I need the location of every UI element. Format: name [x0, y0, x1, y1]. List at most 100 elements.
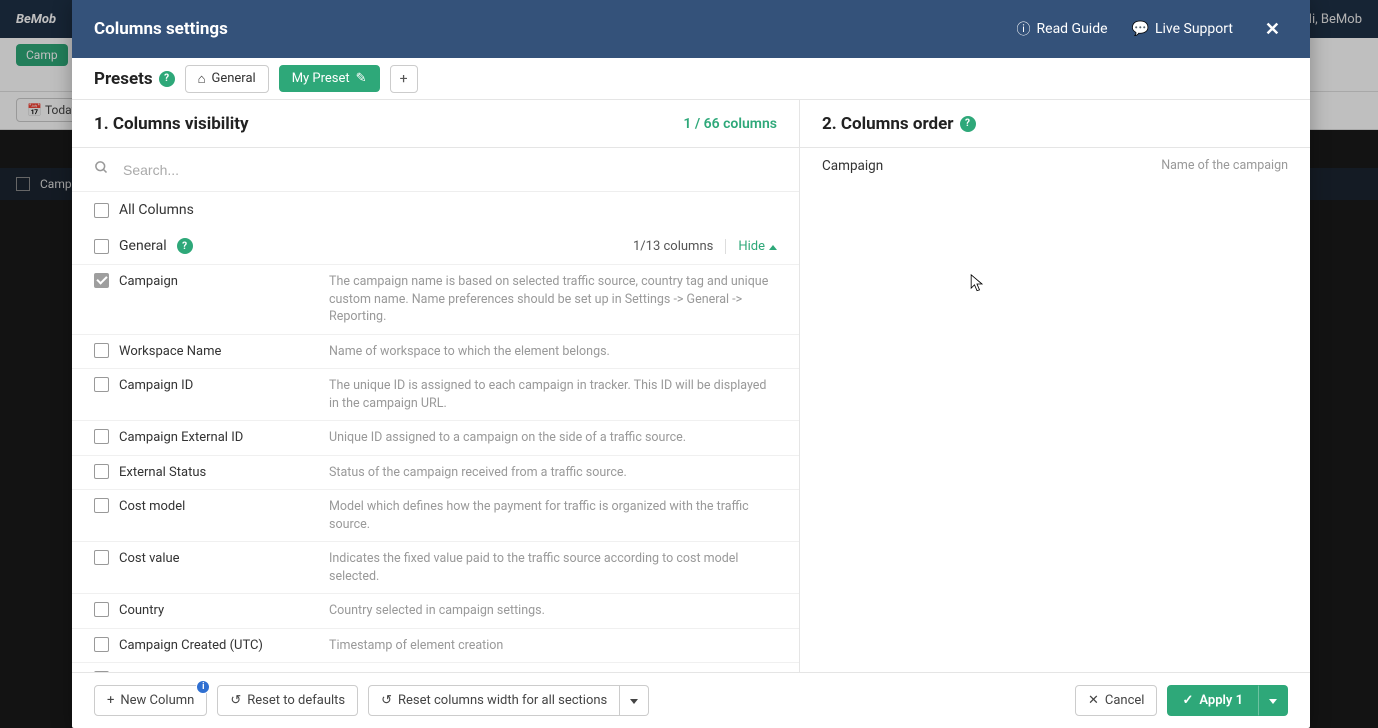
column-checkbox[interactable] — [94, 343, 109, 358]
order-list[interactable]: Campaign Name of the campaign — [800, 148, 1310, 672]
column-description: Status of the campaign received from a t… — [329, 464, 777, 482]
column-row[interactable]: External Status Status of the campaign re… — [72, 456, 799, 491]
column-row[interactable]: Cost model Model which defines how the pa… — [72, 490, 799, 542]
column-checkbox[interactable] — [94, 273, 109, 288]
column-label: Country — [119, 602, 319, 618]
reset-defaults-label: Reset to defaults — [247, 693, 345, 708]
close-button[interactable]: ✕ — [1257, 15, 1288, 44]
reset-width-button[interactable]: ↺ Reset columns width for all sections — [368, 685, 620, 716]
new-column-label: New Column — [120, 693, 194, 708]
column-label: Workspace Name — [119, 343, 319, 359]
read-guide-link[interactable]: ⓘ Read Guide — [1017, 19, 1108, 39]
pencil-icon: ✎ — [356, 71, 367, 86]
column-description: The unique ID is assigned to each campai… — [329, 377, 777, 412]
column-row[interactable]: Campaign External ID Unique ID assigned t… — [72, 421, 799, 456]
column-checkbox[interactable] — [94, 671, 109, 672]
modal-footer: + New Column i ↺ Reset to defaults ↺ Res… — [72, 672, 1310, 728]
columns-visibility-pane: 1. Columns visibility 1 / 66 columns All… — [72, 100, 800, 672]
all-columns-row[interactable]: All Columns — [72, 192, 799, 228]
all-columns-checkbox[interactable] — [94, 203, 109, 218]
column-label: Campaign Updated (UTC) — [119, 671, 319, 672]
visibility-count: 1 / 66 columns — [683, 116, 777, 132]
column-description: Model which defines how the payment for … — [329, 498, 777, 533]
columns-settings-modal: Columns settings ⓘ Read Guide 💬 Live Sup… — [72, 0, 1310, 728]
hide-group-link[interactable]: Hide — [725, 239, 777, 254]
column-description: Name of workspace to which the element b… — [329, 343, 777, 361]
cancel-button[interactable]: ✕ Cancel — [1075, 685, 1157, 716]
column-checkbox[interactable] — [94, 377, 109, 392]
chat-icon: 💬 — [1132, 21, 1149, 37]
chevron-up-icon — [769, 239, 777, 254]
modal-header: Columns settings ⓘ Read Guide 💬 Live Sup… — [72, 0, 1310, 58]
column-row[interactable]: Cost valueIndicates the fixed value paid… — [72, 542, 799, 594]
apply-button[interactable]: ✓ Apply 1 — [1167, 685, 1258, 716]
help-icon[interactable]: ? — [960, 116, 976, 132]
all-columns-label: All Columns — [119, 202, 194, 218]
column-label: Campaign Created (UTC) — [119, 637, 319, 653]
preset-mypreset-button[interactable]: My Preset ✎ — [279, 65, 380, 92]
search-icon — [94, 160, 109, 179]
column-label: Campaign External ID — [119, 429, 319, 445]
column-row[interactable]: Country Country selected in campaign sett… — [72, 594, 799, 629]
info-icon: ⓘ — [1017, 19, 1031, 39]
reset-width-dropdown[interactable] — [620, 685, 649, 716]
order-item-name: Campaign — [822, 158, 883, 174]
column-row[interactable]: Campaign The campaign name is based on se… — [72, 264, 799, 335]
preset-mypreset-label: My Preset — [292, 71, 350, 86]
refresh-icon: ↺ — [230, 693, 241, 708]
home-icon: ⌂ — [198, 71, 206, 87]
column-description: Timestamp of the last change — [329, 671, 777, 672]
column-description: Unique ID assigned to a campaign on the … — [329, 429, 777, 447]
columns-list[interactable]: All Columns General ? 1/13 columns Hide — [72, 192, 799, 672]
info-badge: i — [196, 680, 210, 694]
group-count-label: 1/13 columns — [633, 239, 713, 254]
column-checkbox[interactable] — [94, 498, 109, 513]
plus-icon: + — [107, 693, 114, 708]
hide-label: Hide — [738, 239, 765, 254]
group-general-checkbox[interactable] — [94, 239, 109, 254]
help-icon[interactable]: ? — [159, 71, 175, 87]
order-item[interactable]: Campaign Name of the campaign — [800, 148, 1310, 184]
visibility-title: 1. Columns visibility — [94, 114, 249, 134]
presets-row: Presets ? ⌂ General My Preset ✎ + — [72, 58, 1310, 100]
order-item-description: Name of the campaign — [1161, 158, 1288, 174]
check-icon: ✓ — [1182, 693, 1193, 708]
columns-order-pane: 2. Columns order ? Campaign Name of the c… — [800, 100, 1310, 672]
order-title: 2. Columns order ? — [822, 114, 976, 134]
help-icon[interactable]: ? — [177, 238, 193, 254]
live-support-link[interactable]: 💬 Live Support — [1132, 21, 1233, 37]
column-checkbox[interactable] — [94, 464, 109, 479]
column-row[interactable]: Workspace Name Name of workspace to which… — [72, 335, 799, 370]
column-description: The campaign name is based on selected t… — [329, 273, 777, 326]
group-general-row[interactable]: General ? 1/13 columns Hide — [72, 228, 799, 264]
reset-defaults-button[interactable]: ↺ Reset to defaults — [217, 685, 358, 716]
column-label: Cost model — [119, 498, 319, 514]
column-checkbox[interactable] — [94, 429, 109, 444]
live-support-label: Live Support — [1155, 21, 1233, 37]
column-checkbox[interactable] — [94, 602, 109, 617]
column-row[interactable]: Campaign ID The unique ID is assigned to … — [72, 369, 799, 421]
column-checkbox[interactable] — [94, 637, 109, 652]
column-description: Timestamp of element creation — [329, 637, 777, 655]
column-label: Campaign — [119, 273, 319, 289]
apply-dropdown[interactable] — [1258, 685, 1288, 716]
preset-general-button[interactable]: ⌂ General — [185, 65, 269, 93]
column-label: External Status — [119, 464, 319, 480]
new-column-button[interactable]: + New Column i — [94, 685, 207, 716]
preset-general-label: General — [211, 71, 255, 86]
cancel-label: Cancel — [1105, 693, 1145, 708]
column-description: Country selected in campaign settings. — [329, 602, 777, 620]
add-preset-button[interactable]: + — [390, 65, 418, 93]
column-row[interactable]: Campaign Created (UTC) Timestamp of eleme… — [72, 629, 799, 664]
refresh-icon: ↺ — [381, 693, 392, 708]
read-guide-label: Read Guide — [1037, 21, 1108, 37]
column-description: Indicates the fixed value paid to the tr… — [329, 550, 777, 585]
search-input[interactable] — [121, 161, 777, 179]
column-checkbox[interactable] — [94, 550, 109, 565]
reset-width-label: Reset columns width for all sections — [398, 693, 607, 708]
order-title-text: 2. Columns order — [822, 114, 954, 134]
column-row[interactable]: Campaign Updated (UTC) Timestamp of the l… — [72, 663, 799, 672]
column-label: Campaign ID — [119, 377, 319, 393]
close-icon: ✕ — [1088, 693, 1099, 708]
modal-title: Columns settings — [94, 19, 228, 39]
